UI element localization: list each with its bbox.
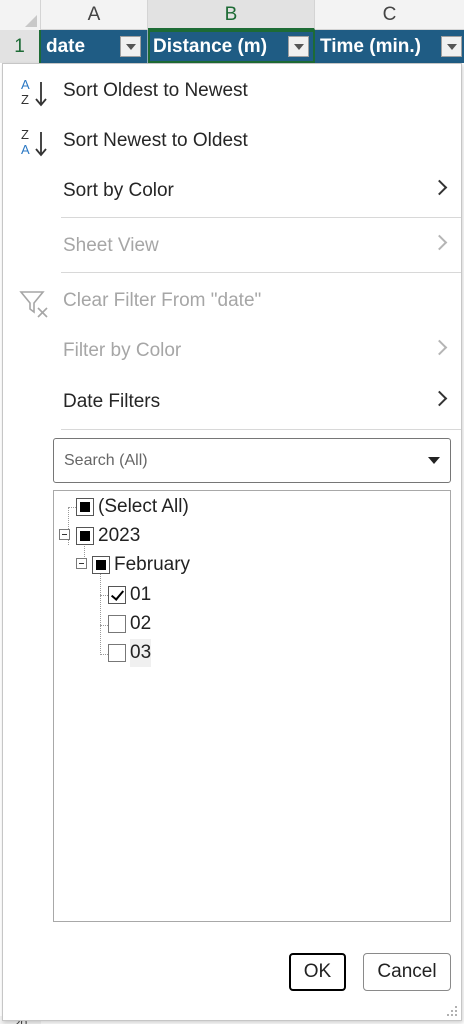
month-label: February (114, 554, 191, 575)
column-header-c[interactable]: C (315, 0, 464, 30)
filter-value-tree: (Select All) 2023 February 01 02 03 (53, 490, 451, 922)
checkbox-2023[interactable] (76, 527, 94, 545)
separator (61, 272, 461, 273)
header-row: 1 date Distance (m) Time (min.) (0, 30, 464, 63)
dropdown-arrow-icon[interactable] (428, 457, 440, 464)
sort-ascending-icon: A Z (21, 77, 47, 107)
day-label: 03 (130, 639, 152, 667)
resize-grip-icon[interactable] (446, 1005, 458, 1017)
date-filter-button[interactable] (120, 36, 141, 57)
checkbox-day-01[interactable] (108, 586, 126, 604)
chevron-right-icon (431, 390, 448, 407)
sort-descending-icon: Z A (21, 127, 47, 157)
time-filter-button[interactable] (441, 36, 462, 57)
time-header-label: Time (min.) (320, 36, 421, 57)
sort-by-color-label: Sort by Color (63, 180, 174, 201)
date-filters-label: Date Filters (63, 391, 161, 412)
filter-dropdown-panel: A Z Sort Oldest to Newest Z A Sort Newes… (2, 63, 462, 1021)
select-all-corner[interactable] (0, 0, 41, 30)
date-header-label: date (46, 36, 86, 57)
separator (61, 217, 461, 218)
sort-oldest-label: Sort Oldest to Newest (63, 80, 248, 101)
column-header-b[interactable]: B (148, 0, 315, 30)
separator (61, 429, 461, 430)
search-combobox[interactable]: Search (All) (53, 438, 451, 483)
chevron-right-icon (431, 234, 448, 251)
checkbox-february[interactable] (92, 556, 110, 574)
cancel-button[interactable]: Cancel (363, 953, 451, 991)
filter-by-color: Filter by Color (3, 326, 461, 376)
year-label: 2023 (98, 525, 141, 546)
row-number-1[interactable]: 1 (0, 30, 41, 63)
checkbox-day-03[interactable] (108, 644, 126, 662)
cell-date-header[interactable]: date (41, 30, 148, 63)
select-all-label: (Select All) (98, 496, 189, 517)
clear-filter: Clear Filter From "date" (3, 276, 461, 326)
search-placeholder: Search (All) (64, 452, 148, 469)
filter-by-color-label: Filter by Color (63, 340, 182, 361)
chevron-right-icon (431, 179, 448, 196)
sheet-view: Sheet View (3, 221, 461, 271)
chevron-right-icon (431, 339, 448, 356)
svg-text:A: A (21, 77, 30, 92)
svg-text:Z: Z (21, 127, 29, 142)
svg-text:A: A (21, 142, 30, 157)
date-filters[interactable]: Date Filters (3, 377, 461, 427)
day-label: 01 (130, 584, 152, 605)
sort-newest-label: Sort Newest to Oldest (63, 130, 248, 151)
column-header-a[interactable]: A (41, 0, 148, 30)
collapse-2023-icon[interactable] (59, 529, 70, 540)
sort-newest-to-oldest[interactable]: Z A Sort Newest to Oldest (3, 116, 461, 166)
collapse-february-icon[interactable] (76, 558, 87, 569)
svg-text:Z: Z (21, 92, 29, 107)
cell-time-header[interactable]: Time (min.) (315, 30, 464, 63)
sort-by-color[interactable]: Sort by Color (3, 166, 461, 216)
day-label: 02 (130, 613, 152, 634)
clear-filter-icon (19, 291, 48, 318)
ok-button[interactable]: OK (289, 953, 346, 991)
sheet-view-label: Sheet View (63, 235, 159, 256)
sort-oldest-to-newest[interactable]: A Z Sort Oldest to Newest (3, 66, 461, 116)
column-header-row: A B C (0, 0, 464, 30)
checkbox-day-02[interactable] (108, 615, 126, 633)
cell-distance-header[interactable]: Distance (m) (148, 30, 315, 63)
distance-filter-button[interactable] (288, 36, 309, 57)
clear-filter-label: Clear Filter From "date" (63, 290, 262, 311)
checkbox-select-all[interactable] (76, 498, 94, 516)
distance-header-label: Distance (m) (153, 36, 268, 57)
